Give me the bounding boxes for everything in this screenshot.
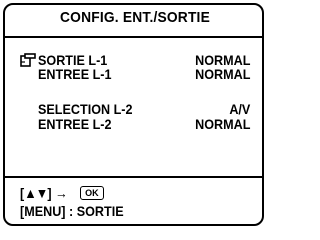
- menu-item-value: NORMAL: [194, 116, 250, 132]
- menu-item-label: ENTREE L-1: [38, 66, 112, 82]
- bracket-close: ]: [47, 185, 52, 201]
- menu-item-label: SELECTION L-2: [38, 101, 133, 117]
- menu-item-selection-l2[interactable]: SELECTION L-2 A/V: [0, 101, 270, 117]
- title-divider: [5, 36, 262, 38]
- menu-item-value: A/V: [228, 101, 250, 117]
- up-down-arrows-icon: ▲▼: [24, 185, 48, 201]
- menu-exit-label: [MENU] : SORTIE: [20, 203, 124, 219]
- menu-item-value: NORMAL: [194, 66, 250, 82]
- navigation-hint: [▲▼] → OK: [20, 184, 104, 202]
- menu-item-label: ENTREE L-2: [38, 116, 112, 132]
- right-arrow-icon: →: [55, 185, 68, 201]
- menu-item-entree-l1[interactable]: ENTREE L-1 NORMAL: [0, 66, 270, 82]
- screen-title: CONFIG. ENT./SORTIE: [60, 9, 210, 26]
- footer-divider: [5, 176, 262, 178]
- menu-exit-hint: [MENU] : SORTIE: [20, 202, 135, 220]
- menu-item-entree-l2[interactable]: ENTREE L-2 NORMAL: [0, 116, 270, 132]
- ok-button-icon: OK: [79, 186, 104, 201]
- hand-pointer-icon: [20, 53, 36, 67]
